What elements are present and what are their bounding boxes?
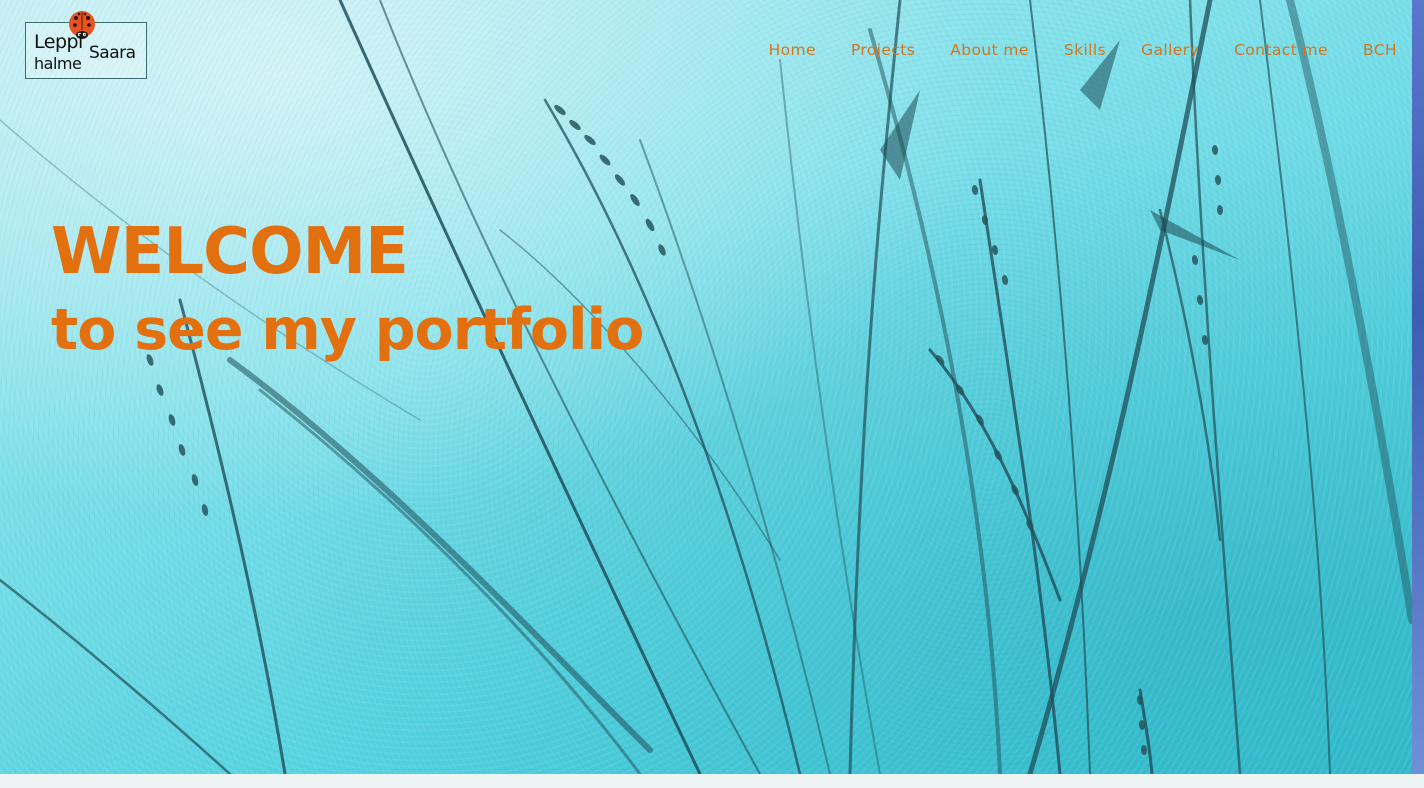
- nav-about-me[interactable]: About me: [915, 39, 1029, 61]
- hero-title-line-1: WELCOME: [51, 215, 409, 289]
- right-edge-strip: [1412, 0, 1424, 774]
- main-navigation: Home Projects About me Skills Gallery Co…: [769, 39, 1397, 61]
- nav-skills[interactable]: Skills: [1029, 39, 1106, 61]
- nav-bch[interactable]: BCH: [1328, 39, 1397, 61]
- hero-title-line-2: to see my portfolio: [51, 297, 644, 363]
- hero-section: [0, 0, 1412, 774]
- page-bottom-band: [0, 774, 1424, 788]
- logo-text-halme: halme: [34, 54, 82, 73]
- nav-contact-me[interactable]: Contact me: [1199, 39, 1328, 61]
- logo-text-leppi: Leppi: [34, 31, 83, 53]
- site-logo[interactable]: Leppi halme Saara: [25, 11, 147, 79]
- logo-text-saara: Saara: [89, 43, 136, 63]
- nav-home[interactable]: Home: [769, 39, 816, 61]
- nav-gallery[interactable]: Gallery: [1106, 39, 1199, 61]
- grass-background-image: [0, 0, 1412, 774]
- hero-headline: WELCOME to see my portfolio: [51, 213, 644, 369]
- nav-projects[interactable]: Projects: [816, 39, 915, 61]
